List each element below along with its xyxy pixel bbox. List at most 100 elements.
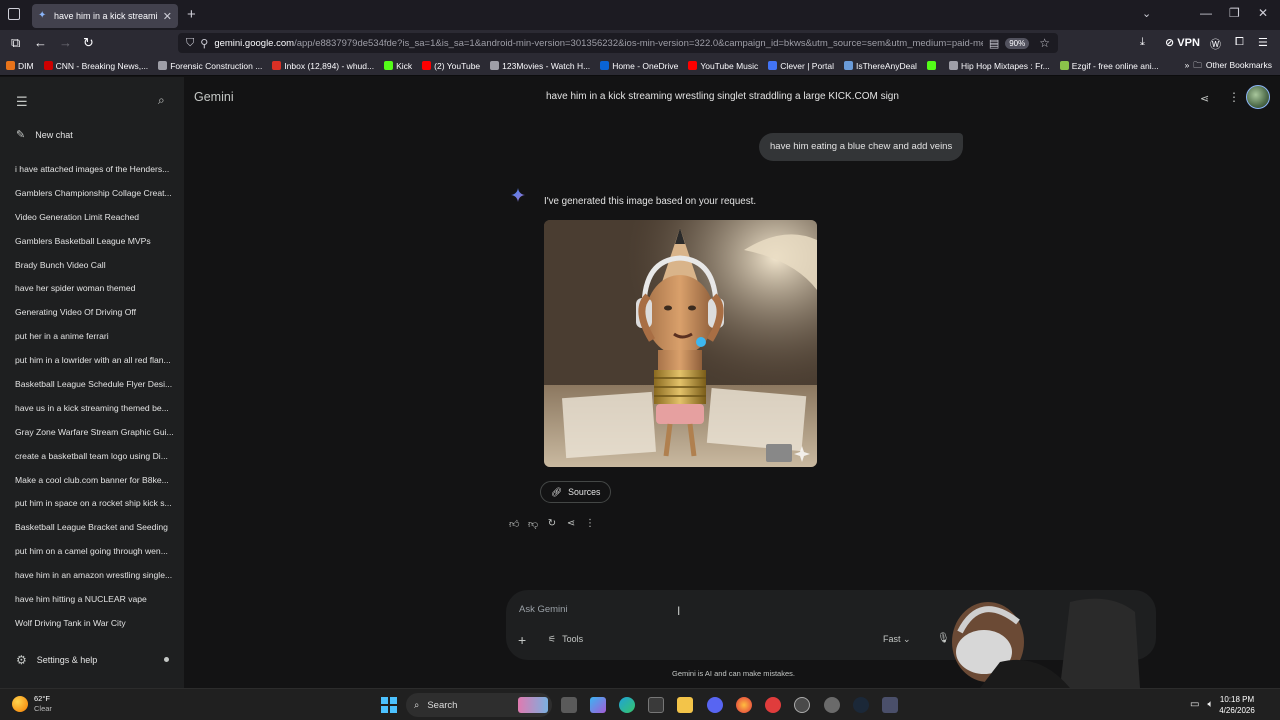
main-menu-icon[interactable]: ☰ bbox=[16, 94, 28, 110]
url-text[interactable]: gemini.google.com/app/e8837979de534fde?i… bbox=[214, 38, 983, 49]
bookmark-item[interactable]: Forensic Construction ... bbox=[158, 61, 262, 71]
other-bookmarks-folder[interactable]: » 🗀︎ Other Bookmarks bbox=[1185, 60, 1272, 74]
bookmark-item[interactable]: Hip Hop Mixtapes : Fr... bbox=[948, 61, 1050, 71]
display-icon[interactable]: ▭ bbox=[1190, 699, 1199, 710]
prompt-input[interactable]: Ask Gemini bbox=[519, 604, 568, 615]
bookmark-item[interactable]: Ezgif - free online ani... bbox=[1059, 61, 1159, 71]
bookmark-item[interactable]: Clever | Portal bbox=[768, 61, 834, 71]
sidebar-chat-item[interactable]: Gray Zone Warfare Stream Graphic Gui... bbox=[15, 425, 180, 449]
bookmark-favicon-icon bbox=[926, 61, 936, 70]
sidebar-chat-item[interactable]: put him on a camel going through wen... bbox=[15, 544, 180, 568]
zoom-level-badge[interactable]: 90% bbox=[1005, 37, 1030, 49]
discord-icon[interactable] bbox=[707, 697, 723, 713]
app-icon[interactable] bbox=[882, 697, 898, 713]
thumbs-down-icon[interactable]: 👎︎ bbox=[528, 518, 538, 530]
search-chats-icon[interactable]: ⌕ bbox=[158, 93, 165, 108]
bookmark-item[interactable]: DIM bbox=[6, 61, 34, 71]
more-actions-icon[interactable]: ⋮ bbox=[585, 518, 595, 530]
tab-list-icon[interactable] bbox=[8, 8, 20, 20]
new-tab-button[interactable]: + bbox=[187, 6, 196, 23]
bookmark-item[interactable]: Kick bbox=[384, 61, 412, 71]
sidebar-chat-item[interactable]: put her in a anime ferrari bbox=[15, 329, 180, 353]
system-clock[interactable]: 10:18 PM 4/26/2026 bbox=[1200, 694, 1274, 716]
sidebar-chat-item[interactable]: Brady Bunch Video Call bbox=[15, 258, 180, 282]
sidebar-chat-item[interactable]: Make a cool club.com banner for B8ke... bbox=[15, 473, 180, 497]
minimize-window-button[interactable]: — bbox=[1200, 6, 1212, 20]
bookmark-item[interactable]: (2) YouTube bbox=[422, 61, 480, 71]
tracking-shield-icon[interactable]: ⛉ bbox=[186, 37, 194, 50]
settings-app-icon[interactable] bbox=[824, 697, 840, 713]
media-player-icon[interactable] bbox=[765, 697, 781, 713]
sidebar-chat-item[interactable]: Basketball League Schedule Flyer Desi... bbox=[15, 377, 180, 401]
extensions-icon[interactable]: ⧠ bbox=[1235, 36, 1244, 49]
steam-icon[interactable] bbox=[853, 697, 869, 713]
bookmark-item[interactable]: YouTube Music bbox=[688, 61, 758, 71]
vpn-button[interactable]: ⊘ VPN bbox=[1165, 36, 1200, 49]
copilot-icon[interactable] bbox=[590, 697, 606, 713]
sidebar-chat-item[interactable]: have us in a kick streaming themed be... bbox=[15, 401, 180, 425]
bookmark-star-icon[interactable]: ☆ bbox=[1039, 36, 1050, 50]
file-explorer-icon[interactable] bbox=[677, 697, 693, 713]
bookmark-item[interactable]: CNN - Breaking News,... bbox=[43, 61, 148, 71]
new-chat-button[interactable]: ✎ New chat bbox=[16, 128, 73, 141]
browser-tab-active[interactable]: ✦ have him in a kick streaming wr ✕ bbox=[32, 4, 178, 28]
downloads-icon[interactable]: ⤓ bbox=[1140, 36, 1145, 49]
firefox-icon[interactable] bbox=[736, 697, 752, 713]
back-button[interactable]: ← bbox=[34, 35, 47, 50]
bookmark-item[interactable]: IsThereAnyDeal bbox=[844, 61, 917, 71]
sidebar-toggle-icon[interactable]: ⧉ bbox=[11, 35, 20, 51]
new-chat-label: New chat bbox=[35, 129, 73, 140]
sources-button[interactable]: 🔗︎ Sources bbox=[540, 481, 612, 503]
sidebar-chat-item[interactable]: Generating Video Of Driving Off bbox=[15, 305, 180, 329]
edge-icon[interactable] bbox=[619, 697, 635, 713]
model-mode-dropdown[interactable]: Fast ⌄ bbox=[883, 634, 911, 645]
search-highlight-icon[interactable] bbox=[518, 697, 548, 713]
share-response-icon[interactable]: ⋖ bbox=[566, 518, 576, 530]
sidebar-chat-item[interactable]: create a basketball team logo using Di..… bbox=[15, 449, 180, 473]
bookmark-item[interactable]: 123Movies - Watch H... bbox=[490, 61, 590, 71]
sidebar-chat-item[interactable]: Gamblers Championship Collage Creat... bbox=[15, 186, 180, 210]
obs-icon[interactable] bbox=[794, 697, 810, 713]
site-permissions-icon[interactable]: ⚲ bbox=[200, 37, 208, 50]
avatar[interactable] bbox=[1246, 85, 1270, 109]
share-icon[interactable]: ⋖ bbox=[1200, 92, 1209, 105]
bookmark-item[interactable] bbox=[926, 61, 939, 70]
more-options-icon[interactable]: ⋮ bbox=[1228, 90, 1240, 104]
sidebar-chat-item[interactable]: Basketball League Bracket and Seeding bbox=[15, 520, 180, 544]
start-button[interactable] bbox=[381, 697, 397, 713]
close-window-button[interactable]: ✕ bbox=[1258, 6, 1268, 20]
bookmark-item[interactable]: Inbox (12,894) - whud... bbox=[272, 61, 374, 71]
maximize-window-button[interactable]: ❐ bbox=[1229, 6, 1240, 20]
reader-view-icon[interactable]: ▤ bbox=[989, 37, 999, 50]
sidebar-chat-item[interactable]: put him in a lowrider with an all red fl… bbox=[15, 353, 180, 377]
sidebar-chat-item[interactable]: Video Generation Limit Reached bbox=[15, 210, 180, 234]
add-attachment-button[interactable]: + bbox=[518, 632, 526, 648]
generated-image[interactable] bbox=[544, 220, 817, 467]
reload-button[interactable]: ↻ bbox=[83, 35, 94, 51]
bookmark-favicon-icon bbox=[768, 61, 778, 70]
sidebar-chat-item[interactable]: put him in space on a rocket ship kick s… bbox=[15, 496, 180, 520]
thumbs-up-icon[interactable]: 👍︎ bbox=[509, 518, 519, 530]
sidebar-chat-item[interactable]: have him in an amazon wrestling single..… bbox=[15, 568, 180, 592]
sidebar-chat-item[interactable]: Gamblers Basketball League MVPs bbox=[15, 234, 180, 258]
account-icon[interactable]: Ⓦ bbox=[1210, 36, 1221, 52]
weather-condition: Clear bbox=[34, 704, 52, 713]
close-tab-icon[interactable]: ✕ bbox=[163, 10, 172, 23]
address-bar[interactable]: ⛉ ⚲ gemini.google.com/app/e8837979de534f… bbox=[178, 33, 1058, 53]
sidebar-chat-item[interactable]: have him hitting a NUCLEAR vape bbox=[15, 592, 180, 616]
weather-widget[interactable]: 62°F Clear bbox=[12, 694, 52, 714]
task-view-icon[interactable] bbox=[561, 697, 577, 713]
tools-button[interactable]: ⚟ Tools bbox=[548, 634, 583, 645]
forward-button[interactable]: → bbox=[59, 35, 72, 50]
settings-help-button[interactable]: ⚙ Settings & help bbox=[16, 653, 97, 667]
gemini-brand[interactable]: Gemini bbox=[194, 90, 234, 104]
store-icon[interactable] bbox=[648, 697, 664, 713]
bookmarks-bar: DIM CNN - Breaking News,... Forensic Const… bbox=[0, 56, 1280, 76]
sidebar-chat-item[interactable]: i have attached images of the Henders... bbox=[15, 162, 180, 186]
sidebar-chat-item[interactable]: Wolf Driving Tank in War City bbox=[15, 616, 180, 640]
sidebar-chat-item[interactable]: have her spider woman themed bbox=[15, 281, 180, 305]
app-menu-icon[interactable]: ☰ bbox=[1258, 36, 1268, 49]
bookmark-item[interactable]: Home - OneDrive bbox=[600, 61, 678, 71]
regenerate-icon[interactable]: ↻ bbox=[547, 518, 557, 530]
list-all-tabs-chevron-icon[interactable]: ⌄ bbox=[1142, 7, 1151, 20]
